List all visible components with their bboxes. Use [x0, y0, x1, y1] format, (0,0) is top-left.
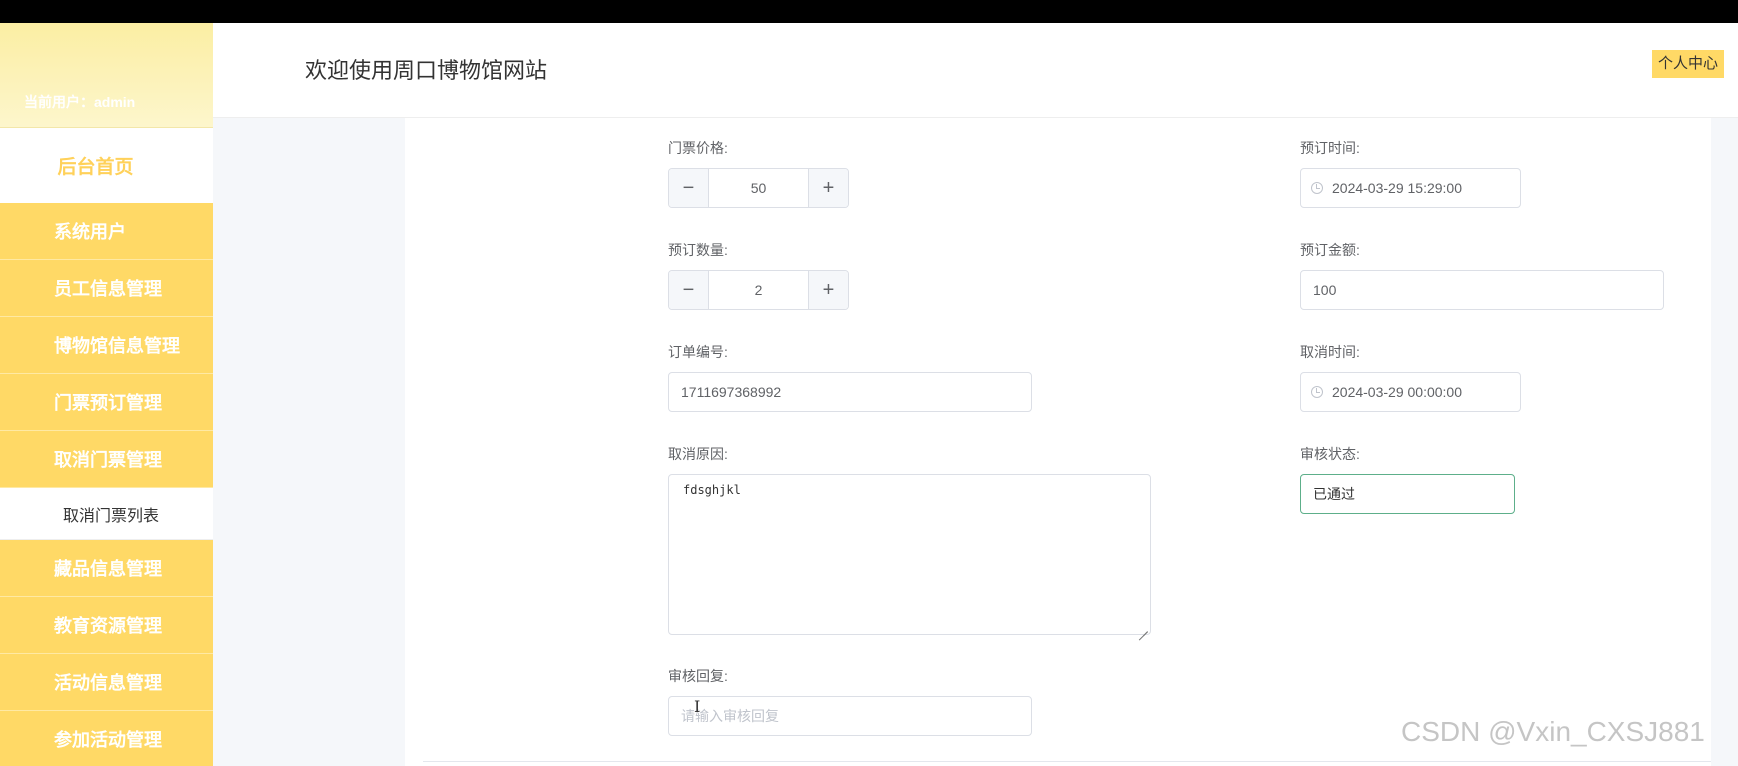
sidebar-item-label: 藏品信息管理	[54, 559, 162, 579]
review-status-select[interactable]: 已通过	[1300, 474, 1515, 514]
divider	[423, 761, 1711, 762]
booking-quantity-stepper: − 2 +	[668, 270, 849, 310]
review-reply-field: 审核回复: 请输入审核回复	[668, 666, 1032, 736]
cancel-reason-value: fdsghjkl	[683, 483, 741, 497]
watermark: CSDN @Vxin_CXSJ881	[1401, 716, 1705, 747]
detail-form: 门票价格: − 50 + 预订时间: 2024-03-29 15:29:00 预…	[405, 118, 1711, 766]
booking-time-value: 2024-03-29 15:29:00	[1332, 180, 1462, 196]
sidebar-item-label: 系统用户	[54, 222, 126, 242]
profile-button[interactable]: 个人中心	[1651, 50, 1724, 78]
booking-quantity-field: 预订数量: − 2 +	[668, 240, 849, 310]
sidebar-item-activity-info[interactable]: 活动信息管理	[0, 654, 213, 711]
booking-amount-label: 预订金额:	[1300, 242, 1360, 258]
review-status-label: 审核状态:	[1300, 446, 1360, 462]
booking-amount-input[interactable]: 100	[1300, 270, 1664, 310]
sidebar-item-label: 后台首页	[57, 157, 134, 178]
current-user-panel: 当前用户：admin	[0, 23, 213, 127]
review-status-field: 审核状态: 已通过	[1300, 444, 1515, 514]
sidebar-item-system-users[interactable]: 系统用户	[0, 203, 213, 260]
booking-quantity-decrease-button[interactable]: −	[669, 271, 709, 309]
sidebar-item-museum-info[interactable]: 博物馆信息管理	[0, 317, 213, 374]
sidebar-item-education-resources[interactable]: 教育资源管理	[0, 597, 213, 654]
top-black-bar	[0, 0, 1738, 23]
ticket-price-stepper: − 50 +	[668, 168, 849, 208]
ticket-price-decrease-button[interactable]: −	[669, 169, 709, 207]
sidebar-item-home[interactable]: 后台首页	[0, 127, 213, 203]
booking-quantity-label: 预订数量:	[668, 242, 728, 258]
booking-amount-field: 预订金额: 100	[1300, 240, 1664, 310]
resize-grip-icon[interactable]	[1139, 623, 1148, 632]
cancel-time-value: 2024-03-29 00:00:00	[1332, 384, 1462, 400]
sidebar-item-label: 门票预订管理	[54, 393, 162, 413]
booking-quantity-input[interactable]: 2	[709, 271, 808, 309]
sidebar-item-label: 博物馆信息管理	[54, 336, 180, 356]
review-reply-input[interactable]: 请输入审核回复	[668, 696, 1032, 736]
cancel-time-input[interactable]: 2024-03-29 00:00:00	[1300, 372, 1521, 412]
sidebar-item-collection-info[interactable]: 藏品信息管理	[0, 540, 213, 597]
cancel-reason-label: 取消原因:	[668, 446, 728, 462]
page-title: 欢迎使用周口博物馆网站	[305, 58, 548, 83]
cancel-time-label: 取消时间:	[1300, 344, 1360, 360]
text-cursor-icon: I	[694, 697, 701, 716]
sidebar-item-cancel-ticket[interactable]: 取消门票管理	[0, 431, 213, 488]
sidebar-subitem-cancel-ticket-list[interactable]: 取消门票列表	[0, 488, 213, 540]
ticket-price-field: 门票价格: − 50 +	[668, 138, 849, 208]
ticket-price-label: 门票价格:	[668, 140, 728, 156]
main-content: 门票价格: − 50 + 预订时间: 2024-03-29 15:29:00 预…	[213, 118, 1738, 766]
sidebar-item-label: 取消门票管理	[54, 450, 162, 470]
clock-icon	[1311, 386, 1323, 398]
cancel-time-field: 取消时间: 2024-03-29 00:00:00	[1300, 342, 1521, 412]
screen: 当前用户：admin 后台首页 系统用户 员工信息管理 博物馆信息管理 门票预订…	[0, 0, 1738, 766]
sidebar-item-ticket-booking[interactable]: 门票预订管理	[0, 374, 213, 431]
cancel-reason-field: 取消原因: fdsghjkl	[668, 444, 1151, 635]
cancel-reason-textarea[interactable]: fdsghjkl	[668, 474, 1151, 635]
ticket-price-input[interactable]: 50	[709, 169, 808, 207]
sidebar-item-label: 活动信息管理	[54, 673, 162, 693]
booking-quantity-increase-button[interactable]: +	[808, 271, 848, 309]
booking-time-label: 预订时间:	[1300, 140, 1360, 156]
sidebar-item-label: 教育资源管理	[54, 616, 162, 636]
order-number-input[interactable]: 1711697368992	[668, 372, 1032, 412]
sidebar-item-label: 员工信息管理	[54, 279, 162, 299]
review-reply-label: 审核回复:	[668, 668, 728, 684]
booking-time-input[interactable]: 2024-03-29 15:29:00	[1300, 168, 1521, 208]
current-user-label: 当前用户：admin	[24, 94, 136, 110]
sidebar-subitem-label: 取消门票列表	[63, 507, 160, 525]
order-number-label: 订单编号:	[668, 344, 728, 360]
header: 欢迎使用周口博物馆网站 个人中心	[213, 23, 1738, 118]
clock-icon	[1311, 182, 1323, 194]
sidebar: 当前用户：admin 后台首页 系统用户 员工信息管理 博物馆信息管理 门票预订…	[0, 23, 213, 766]
booking-time-field: 预订时间: 2024-03-29 15:29:00	[1300, 138, 1521, 208]
sidebar-item-label: 参加活动管理	[54, 730, 162, 750]
order-number-field: 订单编号: 1711697368992	[668, 342, 1032, 412]
sidebar-item-employee-info[interactable]: 员工信息管理	[0, 260, 213, 317]
ticket-price-increase-button[interactable]: +	[808, 169, 848, 207]
sidebar-item-join-activity[interactable]: 参加活动管理	[0, 711, 213, 766]
